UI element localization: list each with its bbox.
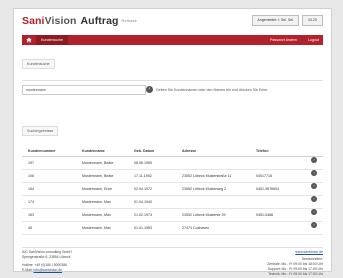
open-row-arrow-icon[interactable]: ›	[311, 183, 317, 189]
cell-kundennummer: 106	[28, 174, 34, 178]
search-hint: Geben Sie Kundennamen oder den Namen ein…	[156, 88, 269, 92]
col-kundenname: Kundenname	[82, 149, 105, 153]
cell-geb-datum: 01.01.1953	[134, 226, 152, 230]
logo-part-vision: Vision	[44, 15, 77, 27]
footer-email-label: E-Mail:	[22, 268, 33, 272]
logout-link[interactable]: Logout	[308, 38, 319, 42]
col-adresse: Adresse	[182, 149, 197, 153]
app-title: Auftrag	[80, 15, 119, 27]
cell-adresse: 27473 Cuxhaven	[182, 226, 210, 230]
open-row-arrow-icon[interactable]: ›	[311, 209, 317, 215]
col-telefon: Telefon	[256, 149, 269, 153]
cell-kundennummer: 45	[28, 226, 32, 230]
col-kundennummer: Kundennummer	[28, 149, 56, 153]
table-row[interactable]: 163 Mustermann, Max 21.02.1973 23552 Lübeck…	[22, 209, 323, 222]
cell-adresse: 23552 Lübeck Musterstraße 11	[182, 174, 232, 178]
cell-telefon: 0451-9876654	[256, 187, 280, 191]
divider	[22, 80, 323, 81]
app-page: SaniVision Auftrag Release Angemeldet: f. …	[13, 8, 332, 276]
nav-kundensuche[interactable]: Kundensuche	[36, 35, 68, 45]
cell-adresse: 23552 Lübeck Musterstr 29	[182, 213, 226, 217]
cell-telefon: 04517716	[256, 174, 272, 178]
cell-kundennummer: 164	[28, 187, 34, 191]
search-submit-icon[interactable]: ›	[146, 86, 153, 93]
open-row-arrow-icon[interactable]: ›	[311, 170, 317, 176]
cell-kundenname: Mustermann, Erich	[82, 187, 113, 191]
cell-kundenname: Mustermann, Max	[82, 226, 111, 230]
table-row[interactable]: 164 Mustermann, Erich 02.04.1972 23552 Lübe…	[22, 183, 323, 196]
version-label: Release	[121, 18, 137, 24]
cell-telefon: 0451-5486	[256, 213, 274, 217]
table-row[interactable]: 45 Mustermann, Max 01.01.1953 27473 Cuxhave…	[22, 222, 323, 235]
logo-part-sani: Sani	[22, 15, 45, 27]
header: SaniVision Auftrag Release Angemeldet: f. …	[22, 14, 323, 32]
footer-email-link[interactable]: info@sanivision.de	[34, 268, 63, 272]
app-logo: SaniVision Auftrag Release	[22, 14, 137, 28]
open-row-arrow-icon[interactable]: ›	[311, 157, 317, 163]
cell-kundenname: Mustermann, Max	[82, 200, 111, 204]
cell-kundennummer: 174	[28, 200, 34, 204]
change-password-link[interactable]: Passwort ändern	[270, 38, 297, 42]
cell-geb-datum: 21.02.1973	[134, 213, 152, 217]
table-row[interactable]: 197 Mustermann, Beate 08.06.1965 ›	[22, 157, 323, 170]
table-row[interactable]: 174 Mustermann, Max 01.04.1940 ›	[22, 196, 323, 209]
main-nav: Kundensuche Passwort ändern Logout	[22, 35, 323, 45]
nav-right: Passwort ändern Logout	[260, 35, 319, 45]
footer-hours-technik: Technik: Mo - Fr 09:00 bis 17:00 Uhr	[268, 272, 323, 276]
results-section-title: Suchergebnisse	[22, 126, 59, 136]
cell-kundenname: Mustermann, Beate	[82, 174, 114, 178]
home-icon[interactable]	[26, 37, 32, 43]
cell-geb-datum: 02.04.1972	[134, 187, 152, 191]
footer-email: E-Mail: info@sanivision.de	[22, 268, 62, 273]
search-bar: › Geben Sie Kundennamen oder den Namen e…	[22, 85, 323, 95]
cell-kundennummer: 163	[28, 213, 34, 217]
col-geb-datum: Geb. Datum	[134, 149, 155, 153]
footer-street: Spengerstraße 6, 23554 Lübeck	[22, 255, 71, 259]
open-row-arrow-icon[interactable]: ›	[311, 196, 317, 202]
results-table: Kundennummer Kundenname Geb. Datum Adres…	[22, 146, 323, 235]
table-row[interactable]: 106 Mustermann, Beate 17.11.1952 23552 Lübe…	[22, 170, 323, 183]
cell-kundennummer: 197	[28, 161, 34, 165]
open-row-arrow-icon[interactable]: ›	[311, 222, 317, 228]
cell-geb-datum: 01.04.1940	[134, 200, 152, 204]
cell-kundenname: Mustermann, Max	[82, 213, 111, 217]
cell-geb-datum: 17.11.1952	[134, 174, 152, 178]
cell-geb-datum: 08.06.1965	[134, 161, 152, 165]
cell-adresse: 23552 Lübeck Musterweg 2	[182, 187, 227, 191]
search-section-title: Kundensuche	[22, 59, 55, 69]
search-input[interactable]	[22, 85, 146, 95]
session-time: 03.20	[302, 15, 323, 26]
footer-divider	[22, 247, 323, 248]
footer-web-link[interactable]: www.sanivision.de	[295, 250, 323, 255]
user-badge[interactable]: Angemeldet: f. Sel. Sel.	[252, 15, 299, 26]
table-header: Kundennummer Kundenname Geb. Datum Adres…	[22, 146, 323, 157]
cell-kundenname: Mustermann, Beate	[82, 161, 114, 165]
